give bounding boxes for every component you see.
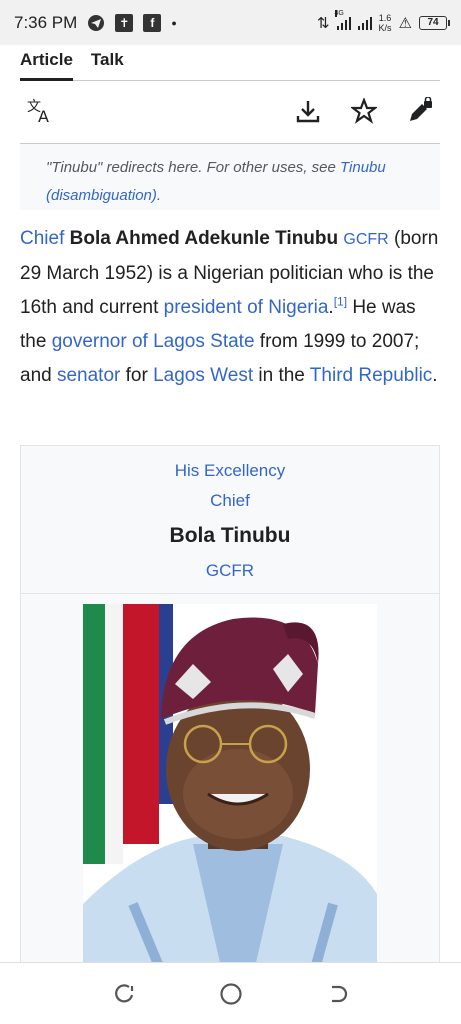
page-actions-toolbar: 文 A <box>20 88 440 134</box>
lead-text-4: for <box>125 365 148 386</box>
governor-of-lagos-link[interactable]: governor of Lagos State <box>52 331 255 352</box>
hatnote-period: . <box>156 187 162 204</box>
back-icon[interactable] <box>323 979 353 1009</box>
article-tabs: Article Talk <box>20 45 440 81</box>
tab-talk[interactable]: Talk <box>91 45 124 81</box>
senator-link[interactable]: senator <box>57 365 120 386</box>
lagos-west-link[interactable]: Lagos West <box>153 365 253 386</box>
net-speed-unit: K/s <box>378 22 392 33</box>
notification-dot: ● <box>171 17 177 28</box>
infobox-header: His Excellency Chief Bola Tinubu GCFR <box>21 446 439 594</box>
honorific-chief[interactable]: Chief <box>21 486 439 516</box>
download-icon[interactable] <box>288 91 328 131</box>
recent-apps-icon[interactable] <box>109 979 139 1009</box>
lead-text-5: in the <box>258 365 305 386</box>
facebook-icon: f <box>143 13 162 32</box>
bible-app-icon: ✝ <box>115 13 134 32</box>
signal-icon-2 <box>357 16 372 30</box>
third-republic-link[interactable]: Third Republic <box>310 365 433 386</box>
data-transfer-icon: ⇅ <box>316 14 330 32</box>
alert-icon: ⚠ <box>398 14 412 32</box>
home-icon[interactable] <box>216 979 246 1009</box>
portrait-photo[interactable] <box>83 604 377 976</box>
honorific-his-excellency[interactable]: His Excellency <box>21 456 439 486</box>
gcfr-link[interactable]: GCFR <box>343 231 388 248</box>
infobox: His Excellency Chief Bola Tinubu GCFR <box>20 445 440 976</box>
net-speed-value: 1.6 <box>378 12 392 23</box>
status-bar: 7:36 PM ✝ f ● ⇅ 4G 1.6 K/s ⚠ 74 <box>0 0 461 45</box>
telegram-icon <box>87 14 105 32</box>
hatnote: "Tinubu" redirects here. For other uses,… <box>20 143 440 210</box>
system-navigation-bar <box>0 962 461 1024</box>
lead-period-2: . <box>432 365 438 386</box>
hatnote-text: "Tinubu" redirects here. For other uses,… <box>46 159 340 176</box>
lead-paragraph: Chief Bola Ahmed Adekunle Tinubu GCFR (b… <box>20 222 445 393</box>
president-of-nigeria-link[interactable]: president of Nigeria <box>164 297 329 318</box>
translate-icon[interactable]: 文 A <box>20 91 60 131</box>
battery-icon: 74 <box>419 15 450 30</box>
edit-locked-icon[interactable] <box>400 91 440 131</box>
tab-article[interactable]: Article <box>20 45 73 81</box>
post-nominal-gcfr[interactable]: GCFR <box>21 556 439 586</box>
subject-name: Bola Ahmed Adekunle Tinubu <box>69 228 339 249</box>
svg-text:A: A <box>38 107 49 124</box>
signal-icon: 4G <box>334 9 351 30</box>
chief-link[interactable]: Chief <box>20 228 64 249</box>
reference-link[interactable]: [1] <box>334 295 347 309</box>
status-time: 7:36 PM <box>14 12 78 32</box>
infobox-name: Bola Tinubu <box>169 524 291 547</box>
network-generation: 4G <box>334 9 344 17</box>
star-icon[interactable] <box>344 91 384 131</box>
battery-level: 74 <box>427 17 439 28</box>
net-speed: 1.6 K/s <box>379 13 392 33</box>
